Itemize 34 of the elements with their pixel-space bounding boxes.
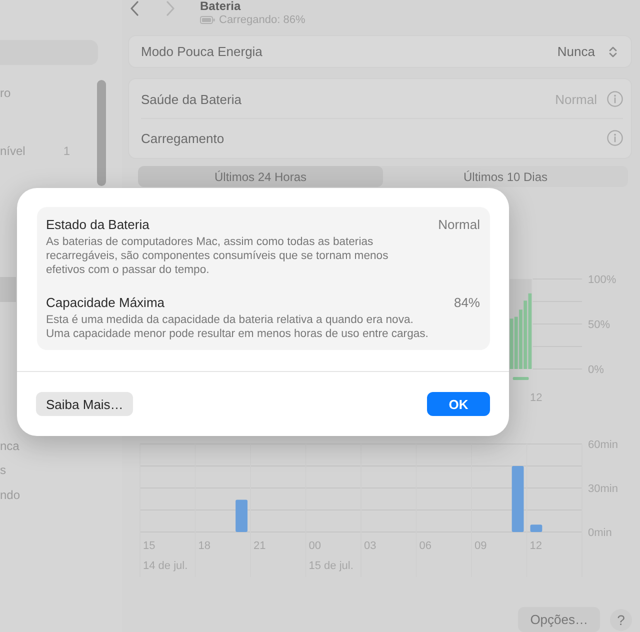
section-value: Normal: [438, 216, 480, 233]
popup-button[interactable]: Nunca: [557, 44, 617, 59]
section-title: Estado da Bateria: [46, 216, 150, 233]
info-icon[interactable]: [607, 91, 623, 107]
sidebar-item[interactable]: [0, 277, 16, 302]
screen-time-bar: [512, 466, 524, 532]
back-button[interactable]: [130, 1, 139, 16]
range-tab[interactable]: Últimos 10 Dias: [383, 166, 628, 187]
learn-more-button[interactable]: Saiba Mais…: [36, 392, 134, 416]
screen-time-bar: [530, 524, 542, 532]
screen-time-bar: [236, 500, 248, 532]
chevron-left-icon: [130, 1, 139, 16]
info-icon[interactable]: [607, 130, 623, 146]
page-title: Bateria: [200, 0, 242, 13]
section-value: 84%: [454, 294, 480, 311]
setting-label: Carregamento: [141, 130, 224, 146]
sidebar-item[interactable]: ro: [0, 85, 11, 101]
ok-button[interactable]: OK: [427, 392, 490, 416]
battery-icon: [200, 16, 215, 24]
section-title: Capacidade Máxima: [46, 294, 165, 311]
section-description: Esta é uma medida da capacidade da bateria relativa a quando era nova. Uma capacidade menor pode resultar em menos horas de uso entre cargas.: [46, 313, 430, 341]
charging-indicator: [512, 377, 529, 380]
up-down-chevron-icon: [609, 46, 617, 58]
help-button[interactable]: ?: [610, 608, 632, 630]
chevron-right-icon: [166, 1, 175, 16]
sidebar-item[interactable]: nca: [0, 438, 20, 454]
sidebar-item[interactable]: s: [0, 462, 6, 478]
section-description: As baterias de computadores Mac, assim como todas as baterias recarregáveis, são componentes consumíveis que se tornam menos efetivos com o passar do tempo.: [46, 235, 390, 277]
sidebar-item[interactable]: ndo: [0, 487, 20, 503]
range-tab[interactable]: Últimos 24 Horas: [138, 166, 383, 187]
setting-label: Modo Pouca Energia: [141, 44, 262, 59]
setting-label: Saúde da Bateria: [141, 92, 242, 106]
scrollbar-thumb[interactable]: [97, 80, 106, 186]
options-button[interactable]: Opções…: [518, 607, 600, 632]
